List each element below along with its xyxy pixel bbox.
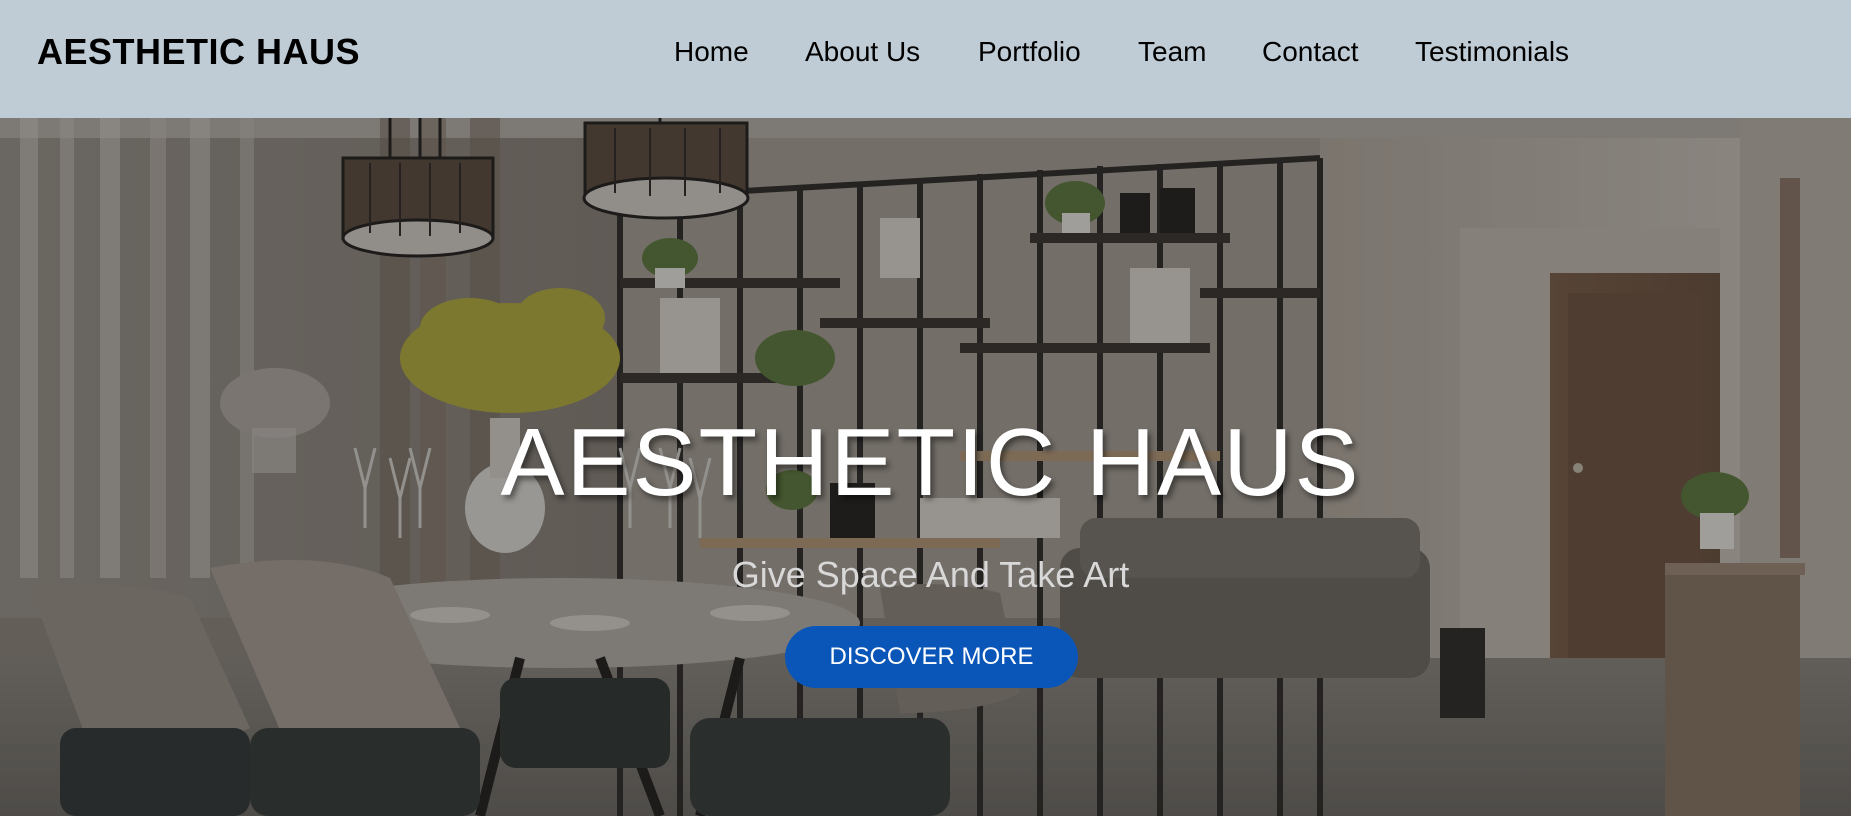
nav-link-testimonials[interactable]: Testimonials	[1415, 34, 1569, 70]
navbar: AESTHETIC HAUS Home About Us Portfolio T…	[0, 0, 1851, 118]
hero-subtitle: Give Space And Take Art	[731, 554, 1130, 595]
hero-section: AESTHETIC HAUS Give Space And Take Art D…	[0, 118, 1851, 816]
nav-link-team[interactable]: Team	[1138, 34, 1206, 70]
nav-link-home[interactable]: Home	[674, 34, 749, 70]
nav-link-contact[interactable]: Contact	[1262, 34, 1359, 70]
nav-link-about-us[interactable]: About Us	[805, 34, 920, 70]
nav-link-portfolio[interactable]: Portfolio	[978, 34, 1081, 70]
hero-title: AESTHETIC HAUS	[500, 409, 1361, 516]
main-nav: Home About Us Portfolio Team Contact Tes…	[0, 34, 1851, 74]
discover-more-button[interactable]: DISCOVER MORE	[785, 626, 1078, 688]
